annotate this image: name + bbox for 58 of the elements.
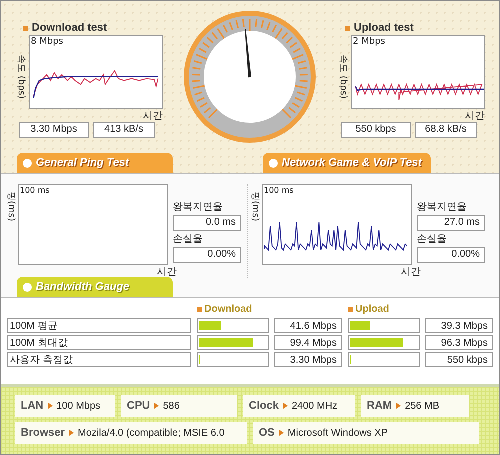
reading-field: 413 kB/s [93,122,155,138]
section-tab[interactable]: Bandwidth Gauge [17,277,173,297]
stat-label: 왕복지연율 [173,201,224,214]
axis-label: 핑(ms) [5,192,17,222]
reading-field: 550 kbps [341,122,411,138]
stat-label: 왕복지연율 [417,201,468,214]
section-tab[interactable]: General Ping Test [17,153,173,173]
axis-label: 속도 (bps) [337,55,349,99]
section-tab[interactable]: Network Game & VoIP Test [263,153,431,173]
info-label: Clock [249,400,279,412]
scale-label: 100 ms [264,186,294,195]
loss-field: 0.00% [173,247,241,263]
info-label: CPU [127,400,150,412]
triangle-icon [69,429,74,437]
scale-label: 2 Mbps [353,37,386,47]
axis-label: 핑(ms) [249,192,261,222]
triangle-icon [278,429,284,437]
section-title: Upload test [337,21,485,35]
triangle-icon [154,402,160,410]
reading-field: 68.8 kB/s [415,122,477,138]
table-cell: 사용자 측정값 [7,352,191,367]
info-label: LAN [21,400,44,412]
info-value: 586 [163,400,180,412]
scale-label: 100 ms [20,186,50,195]
scale-label: 8 Mbps [31,37,64,47]
section-title: Download test [15,21,163,35]
stat-label: 손실율 [173,233,204,246]
info-value: 100 Mbps [56,400,101,412]
table-cell: 550 kbps [425,352,493,367]
table-cell: 41.6 Mbps [274,318,342,333]
info-value: 2400 MHz [292,400,338,412]
table-cell: 99.4 Mbps [274,335,342,350]
info-value: Mozila/4.0 (compatible; MSIE 6.0 [78,428,225,438]
axis-label: 시간 [400,266,421,278]
info-label: OS [259,427,275,439]
column-header: Upload [348,302,420,316]
stat-label: 손실율 [417,233,448,246]
loss-field: 0.00% [417,247,485,263]
info-value: 256 MB [405,400,440,412]
triangle-icon [396,402,402,410]
info-label: RAM [367,400,392,412]
latency-field: 27.0 ms [417,215,485,231]
triangle-icon [48,402,53,410]
axis-label: 속도 (bps) [15,55,27,99]
axis-label: 시간 [142,110,163,122]
reading-field: 3.30 Mbps [19,122,89,138]
triangle-icon [282,402,288,410]
table-cell: 3.30 Mbps [274,352,342,367]
table-cell: 100M 최대값 [7,335,191,350]
table-cell: 96.3 Mbps [425,335,493,350]
info-label: Browser [21,427,66,439]
table-cell: 39.3 Mbps [425,318,493,333]
table-cell: 100M 평균 [7,318,191,333]
latency-field: 0.0 ms [173,215,241,231]
column-header: Download [196,302,268,316]
info-value: Microsoft Windows XP [288,428,388,438]
axis-label: 시간 [464,110,485,122]
axis-label: 시간 [156,266,177,278]
